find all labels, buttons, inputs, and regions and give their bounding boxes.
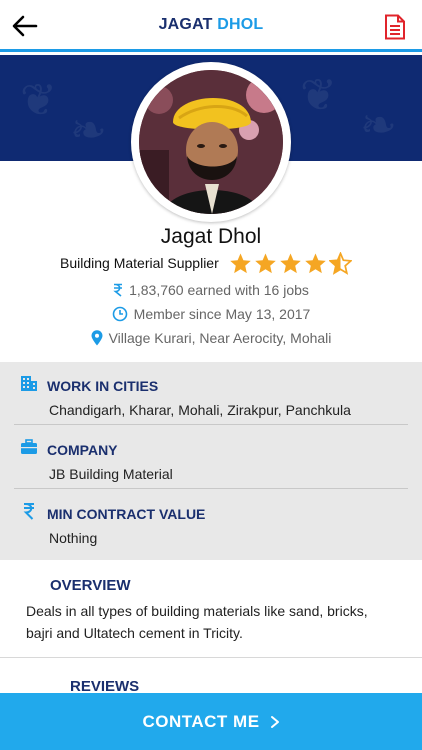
banner-pattern-icon: ❧ [70, 106, 107, 155]
building-icon [20, 374, 38, 392]
min-contract-section: MIN CONTRACT VALUE Nothing [14, 490, 408, 553]
min-contract-value: Nothing [49, 530, 98, 546]
location-text: Village Kurari, Near Aerocity, Mohali [108, 330, 332, 346]
title-first-name: JAGAT [158, 16, 213, 33]
rupee-icon [20, 502, 38, 520]
overview-text: Deals in all types of building materials… [26, 603, 368, 641]
company-value: JB Building Material [49, 466, 173, 482]
banner-pattern-icon: ❦ [300, 71, 337, 120]
avatar-frame [131, 62, 291, 222]
title-last-name: DHOL [217, 16, 264, 33]
role-rating-row: Building Material Supplier [60, 249, 352, 277]
company-label: COMPANY [47, 442, 118, 458]
min-contract-label: MIN CONTRACT VALUE [47, 506, 206, 522]
work-cities-section: WORK IN CITIES Chandigarh, Kharar, Mohal… [14, 362, 408, 425]
earnings-line: 1,83,760 earned with 16 jobs [0, 282, 422, 298]
avatar-photo [139, 70, 283, 214]
clock-icon [112, 306, 128, 322]
map-pin-icon [91, 330, 103, 346]
star-full-icon [255, 252, 276, 273]
earnings-text: 1,83,760 earned with 16 jobs [129, 282, 309, 298]
location-line: Village Kurari, Near Aerocity, Mohali [0, 330, 422, 346]
work-cities-value: Chandigarh, Kharar, Mohali, Zirakpur, Pa… [49, 402, 351, 418]
briefcase-icon [20, 438, 38, 456]
work-cities-label: WORK IN CITIES [47, 378, 159, 394]
banner-pattern-icon: ❧ [360, 101, 397, 150]
details-panel: WORK IN CITIES Chandigarh, Kharar, Mohal… [0, 362, 422, 560]
star-full-icon [305, 252, 326, 273]
top-bar: JAGAT DHOL [0, 0, 422, 52]
star-half-icon [328, 251, 352, 275]
profile-role: Building Material Supplier [60, 255, 219, 271]
chevron-right-icon [270, 715, 280, 729]
banner-pattern-icon: ❦ [20, 76, 57, 125]
company-section: COMPANY JB Building Material [14, 426, 408, 489]
avatar[interactable] [139, 70, 283, 214]
profile-name: Jagat Dhol [160, 225, 262, 248]
member-since-text: Member since May 13, 2017 [133, 306, 311, 322]
document-button[interactable] [384, 14, 406, 40]
document-icon [385, 14, 405, 40]
overview-heading: OVERVIEW [50, 577, 131, 594]
contact-me-button[interactable]: CONTACT ME [0, 693, 422, 750]
member-since-line: Member since May 13, 2017 [0, 306, 422, 322]
star-full-icon [230, 252, 251, 273]
page-title: JAGAT DHOL [0, 16, 422, 34]
contact-me-label: CONTACT ME [142, 711, 260, 731]
section-divider [0, 657, 422, 658]
rupee-icon [113, 283, 123, 297]
star-full-icon [280, 252, 301, 273]
rating-stars [229, 251, 352, 275]
